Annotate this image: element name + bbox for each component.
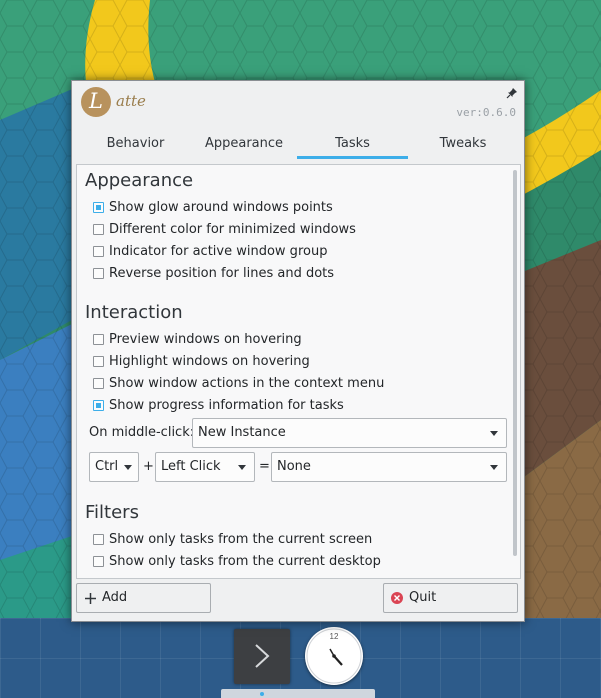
checkbox-box[interactable] xyxy=(93,246,104,257)
combo-value: New Instance xyxy=(198,425,286,440)
interaction-heading: Interaction xyxy=(85,302,183,323)
combo-value: Ctrl xyxy=(95,459,119,474)
quit-button-label: Quit xyxy=(409,590,437,605)
mouse-button-combo[interactable]: Left Click xyxy=(155,452,255,482)
add-button[interactable]: Add xyxy=(76,583,211,613)
click-action-combo[interactable]: None xyxy=(271,452,507,482)
checkbox-label: Preview windows on hovering xyxy=(109,332,302,347)
latte-settings-window: L atte ver:0.6.0 Behavior Appearance Tas… xyxy=(71,80,525,622)
checkbox-label: Highlight windows on hovering xyxy=(109,354,310,369)
checkbox-label: Show only tasks from the current desktop xyxy=(109,554,381,569)
chevron-right-icon xyxy=(255,644,270,668)
appearance-heading: Appearance xyxy=(85,170,194,191)
logo-letter: L xyxy=(89,89,103,113)
checkbox-box[interactable] xyxy=(93,534,104,545)
tasks-page: Appearance Show glow around windows poin… xyxy=(76,164,521,579)
plus-icon xyxy=(85,593,96,604)
pin-icon[interactable] xyxy=(506,87,518,99)
filters-heading: Filters xyxy=(85,502,139,523)
version-label: ver:0.6.0 xyxy=(456,106,516,119)
checkbox-box[interactable] xyxy=(93,356,104,367)
tab-behavior[interactable]: Behavior xyxy=(81,133,190,159)
latte-logo-icon: L xyxy=(81,87,111,117)
checkbox-label: Show glow around windows points xyxy=(109,200,333,215)
tab-tweaks[interactable]: Tweaks xyxy=(408,133,518,159)
chevron-down-icon xyxy=(238,465,246,470)
chevron-down-icon xyxy=(490,431,498,436)
quit-button[interactable]: Quit xyxy=(383,583,518,613)
combo-value: None xyxy=(277,459,311,474)
tab-appearance[interactable]: Appearance xyxy=(190,133,298,159)
checkbox-box[interactable] xyxy=(93,378,104,389)
checkbox-box[interactable] xyxy=(93,224,104,235)
checkbox-box[interactable] xyxy=(93,268,104,279)
chevron-down-icon xyxy=(490,465,498,470)
chevron-down-icon xyxy=(124,465,132,470)
scrollbar[interactable] xyxy=(513,170,517,556)
middle-click-label: On middle-click: xyxy=(89,425,195,440)
tab-tasks[interactable]: Tasks xyxy=(297,133,408,159)
logo-text: atte xyxy=(116,92,146,110)
middle-click-combo[interactable]: New Instance xyxy=(192,418,507,448)
dock-edit-indicator xyxy=(221,689,375,698)
checkbox-label: Show progress information for tasks xyxy=(109,398,344,413)
modifier-combo[interactable]: Ctrl xyxy=(89,452,139,482)
checkbox-label: Show window actions in the context menu xyxy=(109,376,385,391)
checkbox-box[interactable] xyxy=(93,556,104,567)
checkbox-label: Indicator for active window group xyxy=(109,244,328,259)
combo-value: Left Click xyxy=(161,459,221,474)
checkbox-box[interactable] xyxy=(93,202,104,213)
clock-face-icon: 12 xyxy=(306,628,362,684)
tab-bar: Behavior Appearance Tasks Tweaks xyxy=(81,133,518,159)
analog-clock-widget[interactable]: 12 xyxy=(305,627,363,685)
checkbox-label: Reverse position for lines and dots xyxy=(109,266,335,281)
svg-text:12: 12 xyxy=(330,632,339,641)
checkbox-label: Show only tasks from the current screen xyxy=(109,532,373,547)
active-dot xyxy=(260,692,264,696)
dock-launcher-button[interactable] xyxy=(234,629,290,684)
quit-icon xyxy=(391,592,403,604)
dock-panel xyxy=(0,618,601,698)
equals-sign: = xyxy=(259,459,270,474)
plus-sign: + xyxy=(143,459,154,474)
checkbox-label: Different color for minimized windows xyxy=(109,222,356,237)
checkbox-box[interactable] xyxy=(93,400,104,411)
checkbox-box[interactable] xyxy=(93,334,104,345)
add-button-label: Add xyxy=(102,590,128,605)
